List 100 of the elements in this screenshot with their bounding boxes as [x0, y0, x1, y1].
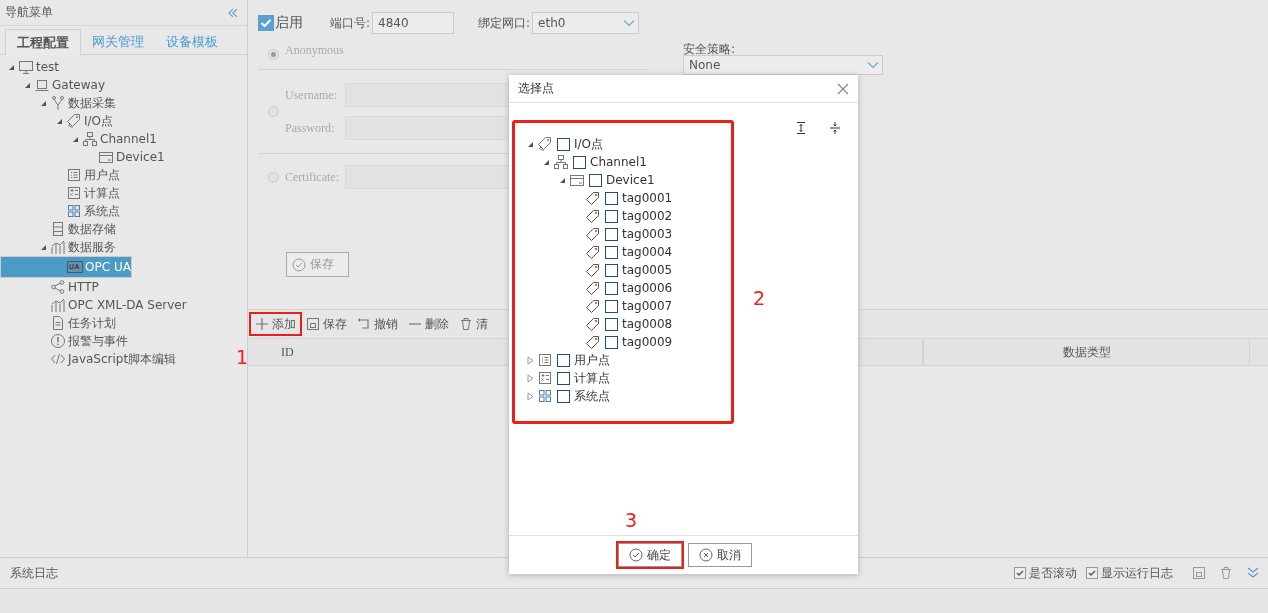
radio-button[interactable]	[268, 106, 279, 117]
checkbox[interactable]	[573, 155, 586, 169]
sidebar-title: 导航菜单	[5, 4, 53, 21]
tree-item-label[interactable]: tag0006	[622, 281, 673, 295]
document-icon	[50, 315, 66, 331]
enable-checkbox[interactable]	[258, 15, 274, 31]
toolbar-button[interactable]: 保存	[302, 314, 351, 334]
tree-item-label[interactable]: 计算点	[574, 369, 610, 387]
tree-item-label[interactable]: OPC XML-DA Server	[68, 298, 187, 312]
tree-item-label[interactable]: Channel1	[100, 132, 157, 146]
checkbox[interactable]	[557, 137, 570, 151]
log-title: 系统日志	[10, 564, 58, 582]
tree-item-label[interactable]: Device1	[116, 150, 165, 164]
checkbox[interactable]	[605, 191, 618, 205]
tree-item-label[interactable]: Gateway	[52, 78, 105, 92]
tree-item-label[interactable]: 数据存储	[68, 220, 116, 238]
tree-item-label[interactable]: I/O点	[84, 112, 114, 130]
tree-item-label[interactable]: 系统点	[574, 387, 610, 405]
tree-item-label[interactable]: 任务计划	[68, 314, 116, 332]
tag-icon	[585, 208, 601, 224]
bind-label: 绑定网口:	[478, 14, 531, 32]
tree-item-label[interactable]: 数据采集	[68, 94, 116, 112]
bar-chart-icon	[50, 239, 66, 255]
check-circle-icon	[292, 257, 306, 272]
checkbox[interactable]	[605, 317, 618, 331]
tree-item-label[interactable]: tag0009	[622, 335, 673, 349]
toolbar-button[interactable]: 撤销	[353, 314, 402, 334]
toolbar-button[interactable]: 删除	[404, 314, 453, 334]
policy-dropdown[interactable]: None	[683, 55, 883, 75]
close-icon[interactable]	[837, 82, 849, 95]
checkbox[interactable]	[557, 389, 570, 403]
tree-item-label[interactable]: 系统点	[84, 202, 120, 220]
confirm-button[interactable]: 确定	[618, 543, 682, 567]
tree-item-label[interactable]: tag0002	[622, 209, 673, 223]
toolbar-button[interactable]: 清	[455, 314, 492, 334]
tree-item-label[interactable]: tag0001	[622, 191, 673, 205]
undo-icon	[357, 317, 371, 331]
tree-item-label[interactable]: 用户点	[84, 166, 120, 184]
checkbox[interactable]	[557, 371, 570, 385]
calculator-icon	[66, 185, 82, 201]
checkbox[interactable]	[605, 245, 618, 259]
checkbox[interactable]	[557, 353, 570, 367]
x-circle-icon	[699, 548, 713, 562]
radio-button[interactable]	[268, 171, 279, 183]
share-icon	[50, 279, 66, 295]
tags-icon	[66, 113, 82, 129]
tag-icon	[585, 226, 601, 242]
tree-item-label[interactable]: Device1	[606, 173, 655, 187]
checkbox[interactable]	[605, 227, 618, 241]
tree-item-label[interactable]: tag0004	[622, 245, 673, 259]
tree-item-label[interactable]: tag0003	[622, 227, 673, 241]
expand-all-icon[interactable]	[794, 121, 808, 137]
radio-button[interactable]	[268, 49, 279, 60]
checkbox[interactable]	[605, 209, 618, 223]
ua-icon	[67, 259, 83, 275]
storage-icon	[50, 221, 66, 237]
list-icon	[66, 167, 82, 183]
tree-item-label[interactable]: I/O点	[574, 135, 604, 153]
tag-icon	[585, 280, 601, 296]
cancel-button[interactable]: 取消	[688, 543, 752, 567]
collapse-all-icon[interactable]	[828, 121, 842, 137]
grid-icon	[537, 388, 553, 404]
calculator-icon	[537, 370, 553, 386]
dialog-title: 选择点	[518, 80, 554, 97]
checkbox[interactable]	[605, 281, 618, 295]
checkbox[interactable]	[605, 335, 618, 349]
checkbox[interactable]	[1014, 567, 1026, 579]
check-circle-icon	[629, 548, 643, 562]
enable-label: 启用	[275, 14, 303, 32]
column-header[interactable]: 数据类型	[923, 339, 1250, 365]
toolbar-button[interactable]: 添加	[251, 314, 300, 334]
tree-item-label[interactable]: 用户点	[574, 351, 610, 369]
tree-item-label[interactable]: 数据服务	[68, 238, 116, 256]
checkbox[interactable]	[589, 173, 602, 187]
tab[interactable]: 工程配置	[5, 29, 81, 56]
code-icon	[50, 351, 66, 367]
checkbox-label: 显示运行日志	[1101, 564, 1173, 582]
tree-item-label[interactable]: Channel1	[590, 155, 647, 169]
checkbox[interactable]	[605, 299, 618, 313]
tree-item-label[interactable]: 计算点	[84, 184, 120, 202]
checkbox[interactable]	[1086, 567, 1098, 579]
tree-item-label[interactable]: tag0008	[622, 317, 673, 331]
save-icon	[306, 317, 320, 331]
checkbox[interactable]	[605, 263, 618, 277]
field-label: Username:	[285, 87, 338, 103]
tree-item-label[interactable]: HTTP	[68, 280, 99, 294]
interface-dropdown[interactable]: eth0	[532, 12, 640, 34]
grid-icon	[66, 203, 82, 219]
device-icon	[569, 172, 585, 188]
list-icon	[537, 352, 553, 368]
tag-icon	[585, 298, 601, 314]
device-icon	[98, 149, 114, 165]
tree-item-label[interactable]: tag0005	[622, 263, 673, 277]
tags-icon	[537, 136, 553, 152]
tree-item-label[interactable]: tag0007	[622, 299, 673, 313]
monitor-icon	[18, 59, 34, 75]
tree-item-label[interactable]: 报警与事件	[68, 332, 128, 350]
port-field[interactable]: 4840	[372, 12, 455, 34]
tree-item-label[interactable]: JavaScript脚本编辑	[68, 350, 177, 368]
tree-item-label[interactable]: test	[36, 60, 60, 74]
